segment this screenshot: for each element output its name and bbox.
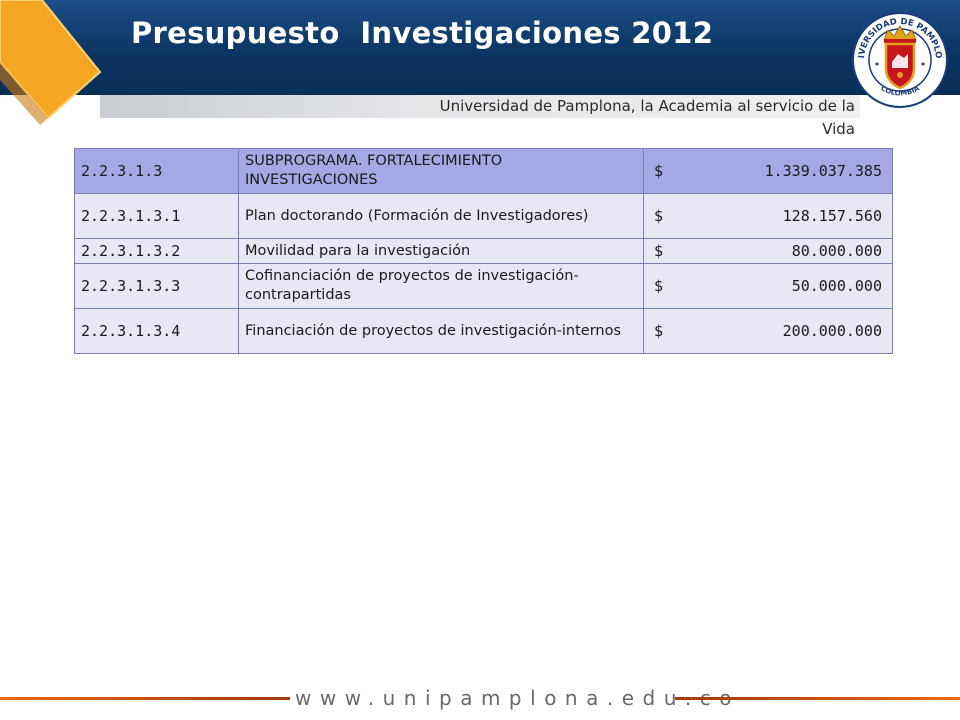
budget-amount: 1.339.037.385 [764, 161, 882, 180]
table-row: 2.2.3.1.3.4 Financiación de proyectos de… [74, 308, 893, 354]
currency-symbol: $ [654, 206, 664, 225]
currency-symbol: $ [654, 276, 664, 295]
table-row: 2.2.3.1.3.2 Movilidad para la investigac… [74, 238, 893, 264]
budget-amount: 200.000.000 [782, 321, 882, 340]
budget-code: 2.2.3.1.3.3 [74, 263, 239, 309]
footer-divider-right [675, 697, 960, 700]
budget-amount-cell: $128.157.560 [643, 193, 893, 239]
table-row: 2.2.3.1.3 SUBPROGRAMA. FORTALECIMIENTO I… [74, 148, 893, 194]
budget-amount-cell: $80.000.000 [643, 238, 893, 264]
budget-description: Cofinanciación de proyectos de investiga… [238, 263, 644, 309]
footer-website: www.unipamplona.edu.co [295, 686, 740, 710]
table-row: 2.2.3.1.3.1 Plan doctorando (Formación d… [74, 193, 893, 239]
currency-symbol: $ [654, 321, 664, 340]
budget-description: Movilidad para la investigación [238, 238, 644, 264]
footer-divider-left [0, 697, 290, 700]
budget-code: 2.2.3.1.3.4 [74, 308, 239, 354]
budget-description: Financiación de proyectos de investigaci… [238, 308, 644, 354]
currency-symbol: $ [654, 161, 664, 180]
budget-description: Plan doctorando (Formación de Investigad… [238, 193, 644, 239]
budget-code: 2.2.3.1.3.1 [74, 193, 239, 239]
budget-amount-cell: $1.339.037.385 [643, 148, 893, 194]
page-title: Presupuesto Investigaciones 2012 [131, 16, 714, 50]
budget-amount: 128.157.560 [782, 206, 882, 225]
budget-amount: 80.000.000 [791, 241, 882, 260]
budget-description: SUBPROGRAMA. FORTALECIMIENTO INVESTIGACI… [238, 148, 644, 194]
budget-code: 2.2.3.1.3 [74, 148, 239, 194]
budget-code: 2.2.3.1.3.2 [74, 238, 239, 264]
table-row: 2.2.3.1.3.3 Cofinanciación de proyectos … [74, 263, 893, 309]
budget-amount-cell: $200.000.000 [643, 308, 893, 354]
institution-tagline: Universidad de Pamplona, la Academia al … [439, 97, 855, 138]
budget-amount-cell: $50.000.000 [643, 263, 893, 309]
orange-corner-decoration [0, 0, 102, 125]
budget-amount: 50.000.000 [791, 276, 882, 295]
university-seal-logo: UNIVERSIDAD DE PAMPLONA COLOMBIA [850, 2, 948, 108]
currency-symbol: $ [654, 241, 664, 260]
budget-table: 2.2.3.1.3 SUBPROGRAMA. FORTALECIMIENTO I… [74, 148, 893, 354]
